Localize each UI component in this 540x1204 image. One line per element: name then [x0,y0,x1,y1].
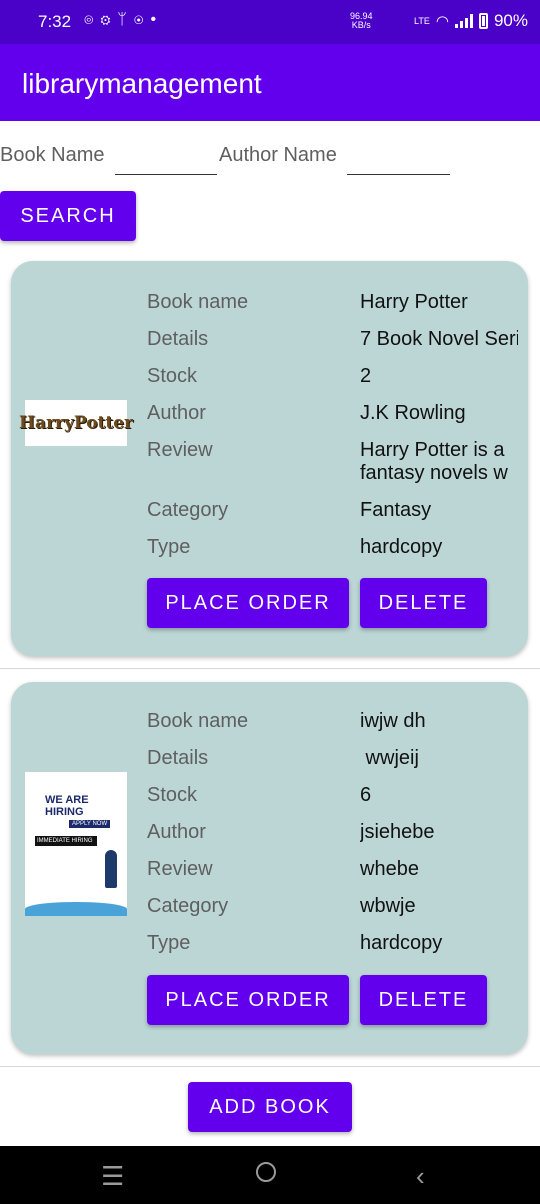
stock-value: 2 [360,365,372,387]
review-key: Review [147,858,213,880]
signal-icon [454,14,473,28]
status-left-icons: ◎⚙ᛘ◉• [84,11,163,29]
recent-apps-icon[interactable]: ☰ [101,1161,124,1192]
author-key: Author [147,402,206,424]
search-row: Book Name Author Name [0,140,540,176]
app-bar: librarymanagement [0,44,540,121]
review-value: Harry Potter is a fantasy novels w [360,439,508,484]
delete-button[interactable]: DELETE [360,578,487,628]
back-icon[interactable]: ‹ [416,1161,425,1192]
usb-icon: ᛘ [117,11,134,28]
compass-icon: ◉ [133,11,151,28]
app-title: librarymanagement [22,68,262,99]
delete-button[interactable]: DELETE [360,975,487,1025]
type-value: hardcopy [360,536,443,558]
book-name-input[interactable] [115,140,217,175]
thumbnail-headline: WE ARE HIRING [45,794,89,818]
author-key: Author [147,821,206,843]
battery-percent: 90% [493,11,528,30]
book-card: HarryPotter Book name Harry Potter Detai… [11,261,528,656]
system-nav-bar: ☰ ‹ [0,1146,540,1204]
details-key: Details [147,328,209,350]
author-name-label: Author Name [219,144,337,166]
category-key: Category [147,499,229,521]
net-speed: 96.94 KB/s [350,12,373,30]
review-key: Review [147,439,213,461]
net-type: LTE [414,16,430,26]
book-thumbnail: HarryPotter [19,400,133,446]
status-bar: 7:32 ◎⚙ᛘ◉• 96.94 KB/s LTE ◠ 90% [0,0,540,44]
book-card: WE ARE HIRING APPLY NOW IMMEDIATE HIRING… [11,682,528,1054]
thumbnail-apply: APPLY NOW [69,820,111,828]
review-value: whebe [360,858,419,880]
stock-value: 6 [360,784,372,806]
place-order-button[interactable]: PLACE ORDER [147,578,349,628]
book-name-key: Book name [147,291,249,313]
details-value: 7 Book Novel Series [360,328,518,350]
dot-icon: • [150,11,164,28]
author-value: J.K Rowling [360,402,466,424]
thumbnail-banner: IMMEDIATE HIRING [35,836,97,846]
settings-icon: ⚙ [100,11,118,28]
book-name-label: Book Name [0,144,105,166]
home-icon[interactable] [256,1162,276,1182]
status-right: LTE ◠ 90% [414,11,528,31]
thumbnail-logo-text: HarryPotter [19,413,134,433]
stock-key: Stock [147,784,198,806]
book-thumbnail: WE ARE HIRING APPLY NOW IMMEDIATE HIRING [25,772,127,916]
details-value: wwjeij [360,747,419,769]
author-value: jsiehebe [360,821,435,843]
status-time: 7:32 [38,12,72,31]
book-name-key: Book name [147,710,249,732]
book-name-value: Harry Potter [360,291,468,313]
book-name-value: iwjw dh [360,710,426,732]
stock-key: Stock [147,365,198,387]
thumbnail-wave [25,902,127,916]
details-key: Details [147,747,209,769]
place-order-button[interactable]: PLACE ORDER [147,975,349,1025]
type-value: hardcopy [360,932,443,954]
type-key: Type [147,932,191,954]
author-name-input[interactable] [347,140,450,175]
thumbnail-person [105,850,117,888]
search-button[interactable]: SEARCH [0,191,136,241]
footer-divider [0,1066,540,1067]
add-book-button[interactable]: ADD BOOK [188,1082,352,1132]
battery-icon [478,13,488,29]
instagram-icon: ◎ [84,11,101,28]
type-key: Type [147,536,191,558]
category-value: wbwje [360,895,416,917]
category-key: Category [147,895,229,917]
wifi-icon: ◠ [435,13,449,30]
list-divider [0,668,540,669]
net-speed-unit: KB/s [351,20,371,30]
category-value: Fantasy [360,499,432,521]
